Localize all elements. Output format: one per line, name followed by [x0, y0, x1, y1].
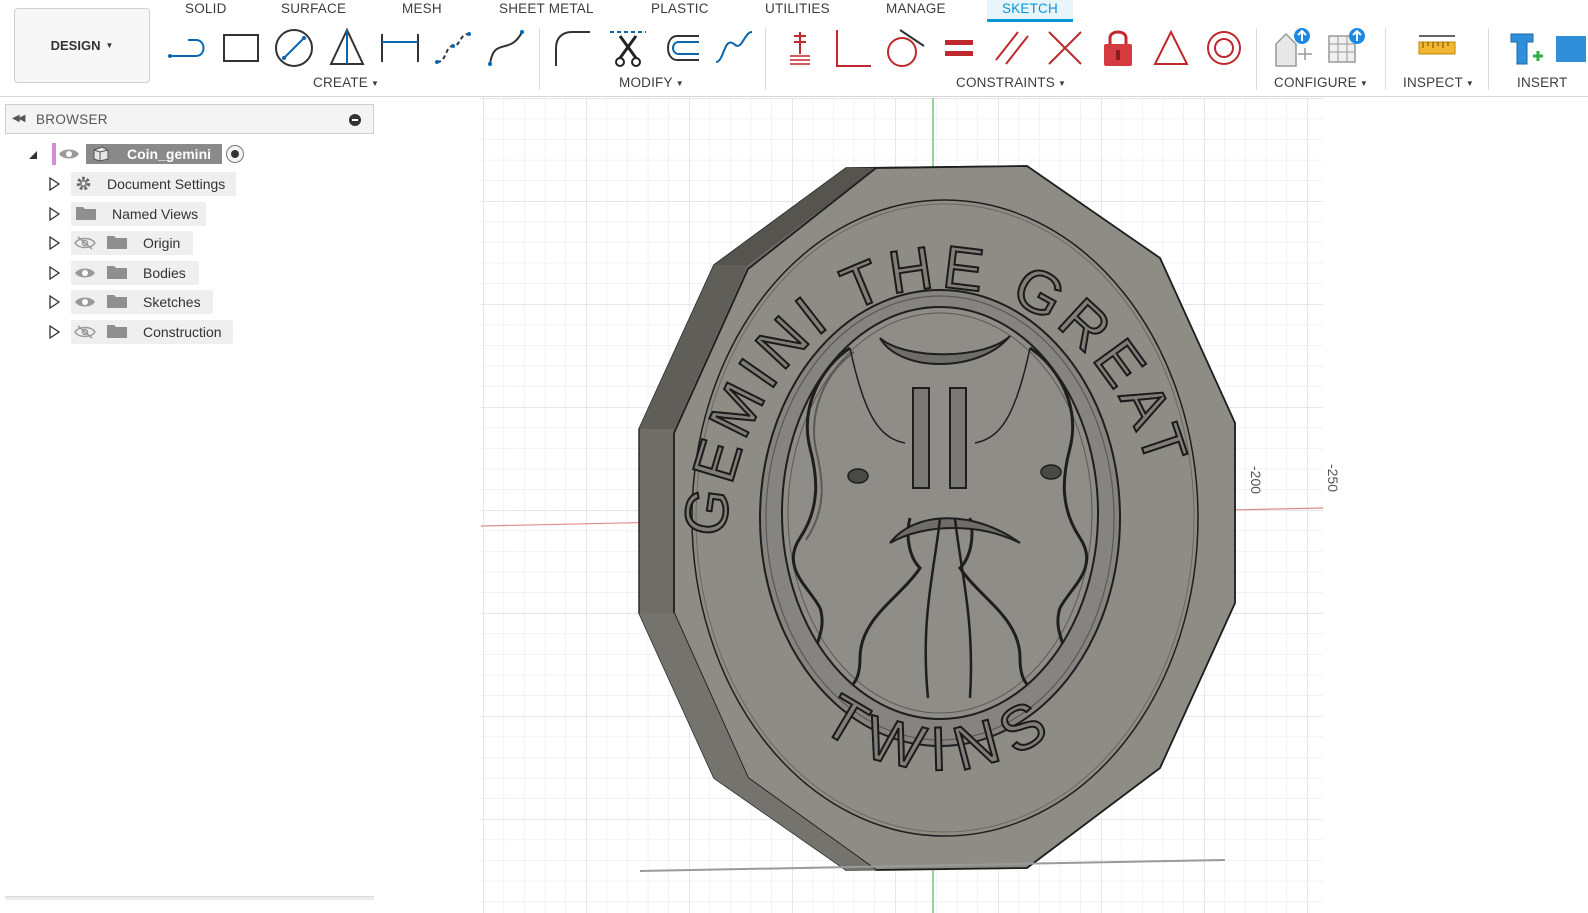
modify-menu-label: MODIFY	[619, 75, 673, 90]
expand-triangle-icon[interactable]	[48, 295, 60, 309]
tab-sheet-metal[interactable]: SHEET METAL	[499, 0, 594, 22]
gear-icon	[76, 176, 91, 191]
triangle-icon[interactable]	[1149, 26, 1193, 70]
tangent-icon[interactable]	[884, 26, 928, 70]
dimension-icon[interactable]	[378, 26, 422, 70]
browser-title: BROWSER	[36, 112, 108, 127]
browser-item-label: Construction	[143, 324, 222, 340]
insert-menu[interactable]: INSERT	[1517, 75, 1567, 90]
browser-item-label: Sketches	[143, 294, 201, 310]
rectangle-icon[interactable]	[219, 26, 263, 70]
trim-icon[interactable]	[606, 26, 650, 70]
eye-icon[interactable]	[74, 295, 96, 309]
expanded-triangle-icon[interactable]	[27, 147, 39, 161]
viewport-canvas[interactable]: GEMINI THE GREAT TWINS -200 -250	[380, 98, 1588, 913]
constraints-menu-label: CONSTRAINTS	[956, 75, 1055, 90]
equal-icon[interactable]	[937, 26, 981, 70]
eye-icon[interactable]	[58, 147, 80, 161]
minimize-icon[interactable]	[349, 114, 361, 126]
expand-triangle-icon[interactable]	[48, 207, 60, 221]
folder-icon	[107, 236, 127, 249]
chevron-down-icon: ▼	[105, 41, 114, 50]
fusion-app-window: DESIGN ▼ SOLID SURFACE MESH SHEET METAL P…	[0, 0, 1588, 913]
tab-mesh[interactable]: MESH	[402, 0, 442, 22]
folder-icon	[107, 295, 127, 308]
viewport-graphics: GEMINI THE GREAT TWINS	[480, 98, 1324, 913]
inspect-menu-label: INSPECT	[1403, 75, 1463, 90]
insert-derive-icon[interactable]	[1503, 26, 1547, 70]
chevron-down-icon: ▼	[1057, 79, 1067, 88]
fix-lock-icon[interactable]	[1096, 26, 1140, 70]
toolbar-divider	[1385, 28, 1386, 90]
browser-item-label: Document Settings	[107, 176, 226, 192]
create-menu-label: CREATE	[313, 75, 368, 90]
constraints-menu[interactable]: CONSTRAINTS ▼	[956, 75, 1066, 90]
folder-icon	[107, 266, 127, 279]
spline-icon[interactable]	[431, 26, 475, 70]
perpendicular-icon[interactable]	[831, 26, 875, 70]
tab-surface[interactable]: SURFACE	[281, 0, 346, 22]
workspace-design-label: DESIGN	[50, 38, 101, 53]
component-icon	[93, 146, 109, 162]
expand-triangle-icon[interactable]	[48, 177, 60, 191]
double-chevron-left-icon[interactable]: ◀◀	[12, 113, 25, 124]
fillet-icon[interactable]	[550, 26, 594, 70]
concentric-icon[interactable]	[1202, 26, 1246, 70]
expand-triangle-icon[interactable]	[48, 236, 60, 250]
eye-hidden-icon[interactable]	[74, 236, 96, 250]
toolbar: DESIGN ▼ SOLID SURFACE MESH SHEET METAL P…	[0, 0, 1588, 97]
toolbar-divider	[1256, 28, 1257, 90]
create-menu[interactable]: CREATE ▼	[313, 75, 379, 90]
chevron-down-icon: ▼	[1359, 79, 1368, 88]
browser-item-label: Named Views	[112, 206, 199, 222]
chevron-down-icon: ▼	[675, 79, 684, 88]
tab-utilities[interactable]: UTILITIES	[765, 0, 830, 22]
offset-icon[interactable]	[659, 26, 703, 70]
coin-model[interactable]: GEMINI THE GREAT TWINS	[638, 165, 1236, 871]
tab-plastic[interactable]: PLASTIC	[651, 0, 709, 22]
parameters-icon[interactable]	[1272, 26, 1316, 70]
folder-icon	[76, 207, 96, 220]
collinear-icon[interactable]	[1043, 26, 1087, 70]
configure-menu[interactable]: CONFIGURE ▼	[1274, 75, 1368, 90]
modify-menu[interactable]: MODIFY ▼	[619, 75, 684, 90]
browser-header: ◀◀ BROWSER	[5, 104, 374, 134]
circle-icon[interactable]	[272, 26, 316, 70]
activate-radio-icon[interactable]	[226, 145, 244, 163]
chevron-down-icon: ▼	[370, 79, 380, 88]
chevron-down-icon: ▼	[1465, 79, 1475, 88]
measure-icon[interactable]	[1415, 26, 1459, 70]
curve-icon[interactable]	[712, 26, 756, 70]
insert-mesh-icon[interactable]	[1552, 26, 1588, 70]
configuration-table-icon[interactable]	[1325, 26, 1369, 70]
polygon-icon[interactable]	[325, 26, 369, 70]
inspect-menu[interactable]: INSPECT ▼	[1403, 75, 1474, 90]
configure-menu-label: CONFIGURE	[1274, 75, 1357, 90]
dimension-label: -200	[1248, 466, 1264, 495]
toolbar-divider	[539, 28, 540, 90]
parallel-icon[interactable]	[990, 26, 1034, 70]
workspace-design-button[interactable]: DESIGN ▼	[14, 8, 150, 83]
expand-triangle-icon[interactable]	[48, 325, 60, 339]
browser-panel-footer	[5, 896, 374, 900]
tab-sketch[interactable]: SKETCH	[987, 0, 1073, 22]
browser-item-label: Origin	[143, 235, 181, 251]
tab-solid[interactable]: SOLID	[185, 0, 227, 22]
active-component-marker	[52, 143, 56, 165]
expand-triangle-icon[interactable]	[48, 266, 60, 280]
conic-curve-icon[interactable]	[484, 26, 528, 70]
browser-item-label: Bodies	[143, 265, 186, 281]
insert-menu-label: INSERT	[1517, 75, 1568, 90]
tab-manage[interactable]: MANAGE	[886, 0, 946, 22]
coincident-icon[interactable]	[778, 26, 822, 70]
dimension-label: -250	[1325, 464, 1341, 493]
eye-icon[interactable]	[74, 266, 96, 280]
eye-hidden-icon[interactable]	[74, 325, 96, 339]
toolbar-divider	[1488, 28, 1489, 90]
line-icon[interactable]	[166, 26, 210, 70]
folder-icon	[107, 325, 127, 338]
toolbar-divider	[765, 28, 766, 90]
root-component-label: Coin_gemini	[127, 146, 212, 162]
browser-panel: ◀◀ BROWSER	[5, 104, 374, 134]
